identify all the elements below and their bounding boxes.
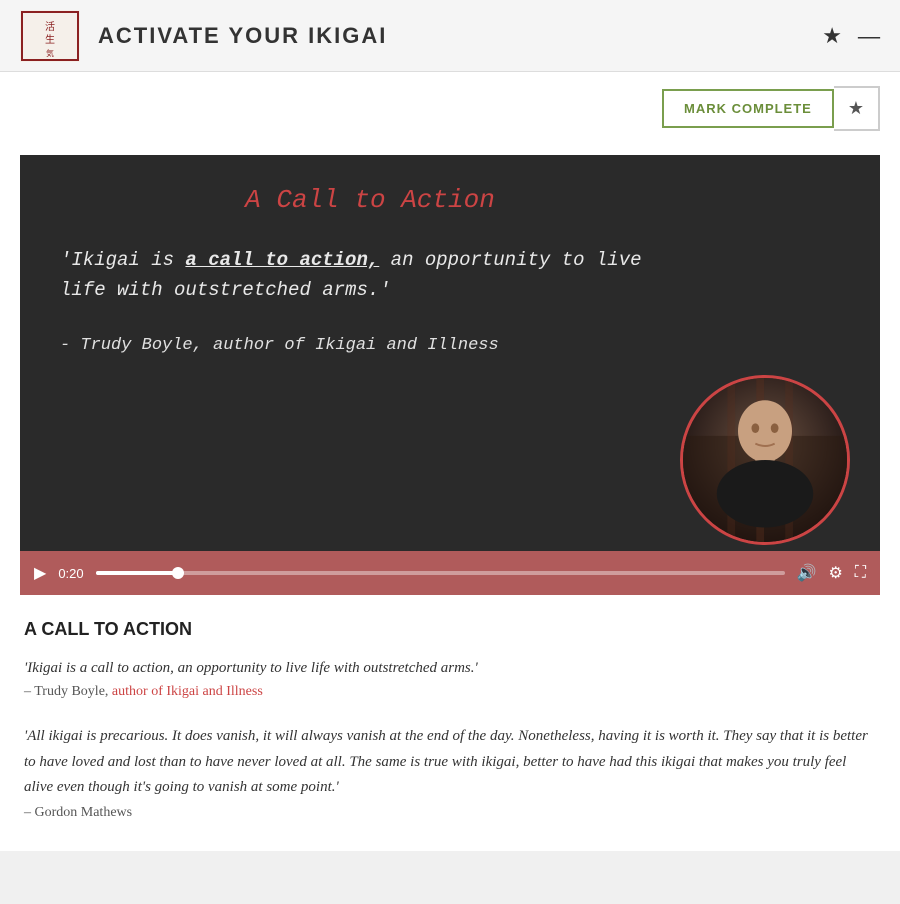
time-display: 0:20 xyxy=(58,566,83,581)
content-section: A CALL TO ACTION 'Ikigai is a call to ac… xyxy=(0,595,900,851)
attribution1-link[interactable]: author of Ikigai and Illness xyxy=(112,684,263,699)
svg-text:気: 気 xyxy=(46,48,54,58)
header-minimize-icon[interactable]: — xyxy=(858,23,880,49)
content-attribution1: – Trudy Boyle, author of Ikigai and Illn… xyxy=(24,684,876,700)
video-text-overlay: A Call to Action 'Ikigai is a call to ac… xyxy=(60,185,680,355)
quote-bold: a call to action, xyxy=(185,249,379,271)
fullscreen-icon[interactable]: ⛶ xyxy=(855,564,866,582)
page-title: ACTIVATE YOUR IKIGAI xyxy=(98,23,822,49)
bookmark-button[interactable]: ★ xyxy=(834,86,880,131)
progress-fill xyxy=(96,571,179,575)
video-controls: ▶ 0:20 🔊 ⚙ ⛶ xyxy=(20,551,880,595)
person-image xyxy=(683,378,847,542)
content-attribution2: – Gordon Mathews xyxy=(24,805,876,821)
settings-icon[interactable]: ⚙ xyxy=(828,563,842,583)
main-content: MARK COMPLETE ★ A Call to Action 'Ikigai… xyxy=(0,72,900,851)
progress-handle[interactable] xyxy=(172,567,184,579)
presenter-photo xyxy=(680,375,850,545)
attribution1-prefix: – Trudy Boyle, xyxy=(24,684,112,699)
video-player: A Call to Action 'Ikigai is a call to ac… xyxy=(20,155,880,595)
content-section-title: A CALL TO ACTION xyxy=(24,619,876,640)
play-button[interactable]: ▶ xyxy=(34,563,46,583)
progress-bar[interactable] xyxy=(96,571,785,575)
quote-prefix: 'Ikigai is xyxy=(60,249,185,271)
logo: 活 生 気 xyxy=(20,10,80,62)
volume-icon[interactable]: 🔊 xyxy=(797,563,817,583)
video-overlay-title: A Call to Action xyxy=(60,185,680,215)
svg-text:生: 生 xyxy=(45,33,55,46)
video-overlay-attribution: - Trudy Boyle, author of Ikigai and Illn… xyxy=(60,336,680,355)
svg-text:活: 活 xyxy=(45,21,55,33)
toolbar: MARK COMPLETE ★ xyxy=(0,72,900,145)
video-overlay-quote: 'Ikigai is a call to action, an opportun… xyxy=(60,245,680,306)
app-header: 活 生 気 ACTIVATE YOUR IKIGAI ★ — xyxy=(0,0,900,72)
header-actions: ★ — xyxy=(822,23,880,49)
mark-complete-button[interactable]: MARK COMPLETE xyxy=(662,89,834,128)
content-quote2: 'All ikigai is precarious. It does vanis… xyxy=(24,724,876,801)
header-star-icon[interactable]: ★ xyxy=(822,23,842,49)
content-quote1: 'Ikigai is a call to action, an opportun… xyxy=(24,656,876,680)
